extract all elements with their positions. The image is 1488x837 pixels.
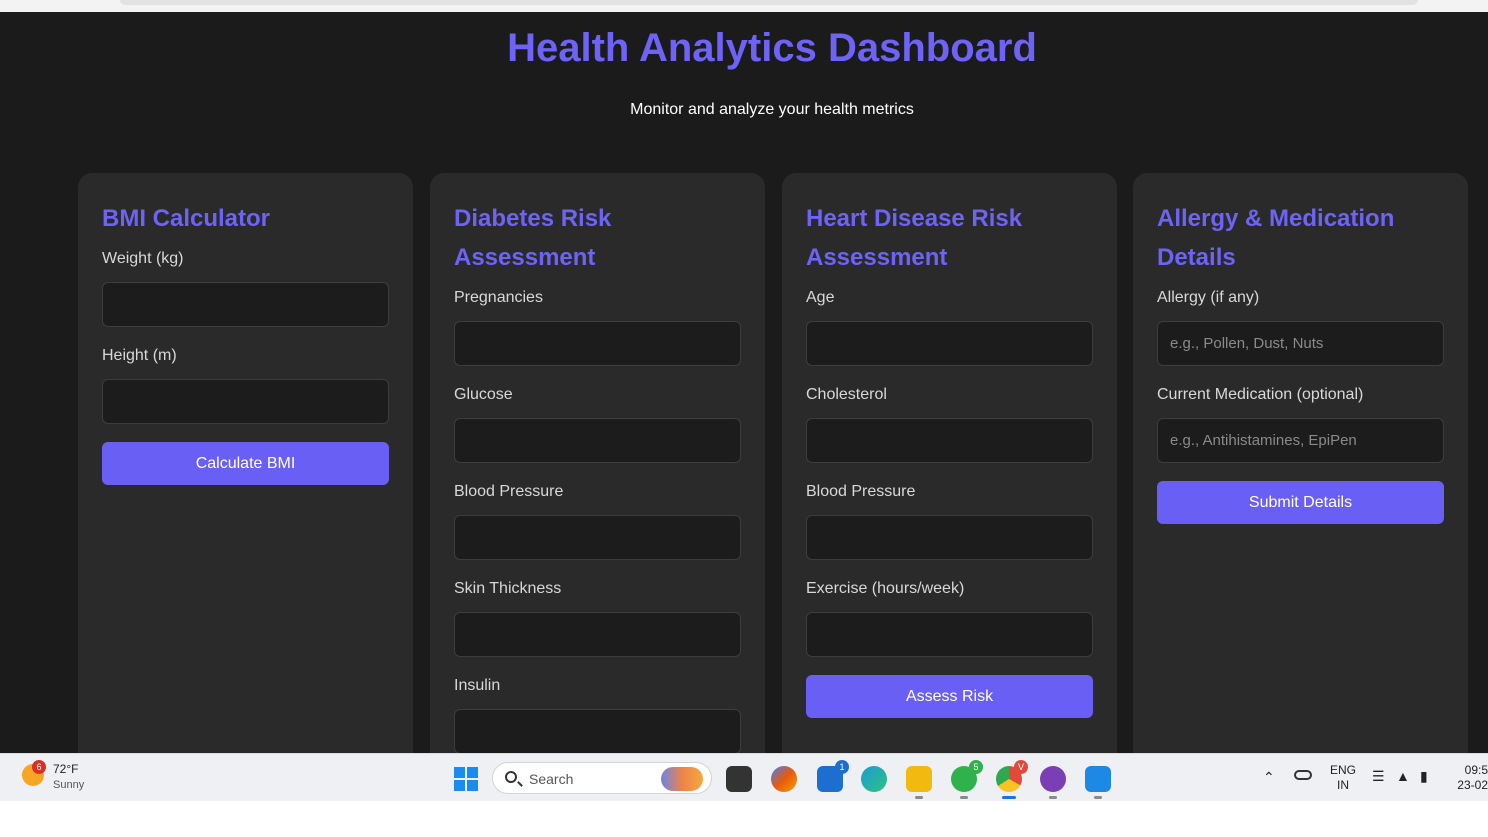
exercise-input[interactable] — [806, 612, 1093, 657]
podcast-icon[interactable] — [1040, 766, 1066, 799]
heart-blood-pressure-label: Blood Pressure — [806, 483, 916, 500]
search-highlight-icon — [661, 767, 703, 791]
age-input[interactable] — [806, 321, 1093, 366]
exercise-label: Exercise (hours/week) — [806, 580, 965, 597]
page-title: Health Analytics Dashboard — [507, 26, 1037, 70]
allergy-card-title: Allergy & Medication Details — [1157, 205, 1395, 271]
language-bottom: IN — [1337, 778, 1349, 792]
language-top: ENG — [1330, 763, 1357, 777]
diabetes-blood-pressure-label: Blood Pressure — [454, 483, 564, 500]
age-label: Age — [806, 289, 835, 306]
diabetes-card: Diabetes Risk Assessment Pregnancies Glu… — [430, 173, 765, 753]
heart-card-title: Heart Disease Risk Assessment — [806, 205, 1023, 271]
dashboard-app: Health Analytics Dashboard Monitor and a… — [0, 12, 1488, 753]
height-input[interactable] — [102, 379, 389, 424]
submit-details-button[interactable]: Submit Details — [1157, 481, 1444, 524]
whatsapp-icon[interactable]: 5 — [951, 760, 983, 799]
taskbar: 6 72°F Sunny Search 1 5 V ⌃ ENG IN ☰ ▲ ▮… — [0, 753, 1488, 801]
search-label: Search — [529, 771, 574, 787]
insulin-input[interactable] — [454, 709, 741, 753]
height-label: Height (m) — [102, 347, 177, 364]
cholesterol-input[interactable] — [806, 418, 1093, 463]
glucose-input[interactable] — [454, 418, 741, 463]
onedrive-icon[interactable] — [1294, 770, 1312, 780]
allergy-input[interactable] — [1157, 321, 1444, 366]
skin-thickness-label: Skin Thickness — [454, 580, 562, 597]
chrome-icon[interactable]: V — [996, 760, 1028, 799]
heart-card: Heart Disease Risk Assessment Age Choles… — [782, 173, 1117, 753]
bmi-card: BMI Calculator Weight (kg) Height (m) Ca… — [78, 173, 413, 753]
windows-start-icon[interactable] — [454, 767, 478, 791]
insulin-label: Insulin — [454, 677, 501, 694]
allergy-label: Allergy (if any) — [1157, 289, 1260, 306]
weather-temperature: 72°F — [53, 762, 79, 776]
copilot-icon[interactable] — [771, 766, 797, 792]
weather-condition: Sunny — [53, 779, 85, 791]
clock-date: 23-02 — [1457, 778, 1488, 792]
page-subtitle: Monitor and analyze your health metrics — [630, 101, 914, 118]
diabetes-blood-pressure-input[interactable] — [454, 515, 741, 560]
diabetes-card-title: Diabetes Risk Assessment — [454, 205, 612, 271]
clock-time: 09:5 — [1464, 763, 1488, 777]
weight-input[interactable] — [102, 282, 389, 327]
file-explorer-icon[interactable] — [906, 766, 932, 799]
skin-thickness-input[interactable] — [454, 612, 741, 657]
pregnancies-label: Pregnancies — [454, 289, 543, 306]
todo-badge: 1 — [835, 760, 849, 774]
todo-icon[interactable]: 1 — [817, 760, 849, 792]
search-icon — [505, 771, 517, 783]
glucose-label: Glucose — [454, 386, 513, 403]
weather-badge: 6 — [32, 760, 46, 774]
allergy-card: Allergy & Medication Details Allergy (if… — [1133, 173, 1468, 753]
cholesterol-label: Cholesterol — [806, 386, 887, 403]
heart-blood-pressure-input[interactable] — [806, 515, 1093, 560]
bmi-card-title: BMI Calculator — [102, 205, 271, 232]
medication-input[interactable] — [1157, 418, 1444, 463]
assess-risk-button[interactable]: Assess Risk — [806, 675, 1093, 718]
weight-label: Weight (kg) — [102, 250, 184, 267]
browser-top-strip — [0, 0, 1488, 12]
taskbar-search[interactable]: Search — [492, 762, 712, 794]
whatsapp-badge: 5 — [969, 760, 983, 774]
edge-icon[interactable] — [861, 766, 887, 792]
chrome-badge: V — [1014, 760, 1028, 774]
calculate-bmi-button[interactable]: Calculate BMI — [102, 442, 389, 485]
pregnancies-input[interactable] — [454, 321, 741, 366]
vscode-icon[interactable] — [1085, 766, 1111, 799]
file-explorer-dark-icon[interactable] — [726, 766, 752, 792]
medication-label: Current Medication (optional) — [1157, 386, 1364, 403]
screen-bottom-margin — [0, 801, 1488, 837]
